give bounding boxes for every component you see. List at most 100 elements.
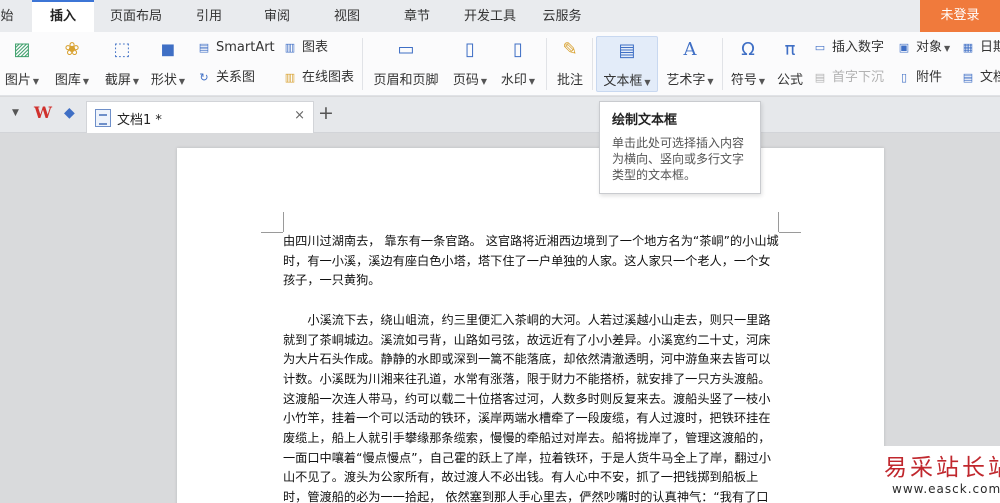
tab-view[interactable]: 视图 (322, 0, 372, 32)
divider (722, 38, 723, 90)
textbox-tooltip: 绘制文本框 单击此处可选择插入内容为横向、竖向或多行文字类型的文本框。 (599, 101, 761, 194)
crop-mark (261, 232, 283, 233)
calendar-icon: ▦ (962, 41, 974, 54)
comment-icon: ✎ (562, 39, 578, 60)
smartart-label: SmartArt (216, 40, 275, 55)
picture-icon: ▨ (13, 39, 31, 60)
ribbon-insert: ▨ 图片 ▼ ❀ 图库 ▼ ⬚ 截屏 ▼ ◼ 形状 ▼ ▤ SmartArt ↻ 关系图 ▥… (0, 32, 1000, 96)
chevron-down-icon: ▼ (707, 77, 714, 86)
crop-mark (283, 212, 284, 232)
document-tab-strip: ▼ W ◆ 文档1 * × + (0, 97, 1000, 133)
relation-chart-button[interactable]: ↻ 关系图 (196, 68, 255, 88)
drop-cap-label: 首字下沉 (832, 70, 885, 85)
tab-references[interactable]: 引用 (184, 0, 234, 32)
attachment-icon: ▯ (900, 71, 908, 84)
document-tab-title: 文档1 * (117, 113, 162, 128)
page-number-button[interactable]: ▯ 页码 ▼ (448, 36, 492, 92)
online-chart-icon: ▥ (284, 71, 296, 84)
document-icon (95, 109, 111, 127)
relation-icon: ↻ (199, 71, 209, 84)
picture-button[interactable]: ▨ 图片 ▼ (0, 36, 44, 92)
menu-bar: 始 插入 页面布局 引用 审阅 视图 章节 开发工具 云服务 未登录 (0, 0, 1000, 32)
tab-cloud[interactable]: 云服务 (534, 0, 590, 32)
tooltip-title: 绘制文本框 (612, 113, 678, 128)
login-button[interactable]: 未登录 (920, 0, 1000, 32)
document-page[interactable]: 由四川过湖南去， 靠东有一条官路。 这官路将近湘西边境到了一个地方名为“茶峒”的… (177, 148, 884, 503)
paragraph: 小溪流下去，绕山岨流，约三里便汇入茶峒的大河。人若过溪越小山走去，则只一里路就到… (283, 312, 771, 503)
chevron-down-icon: ▼ (528, 77, 536, 86)
chevron-down-icon: ▼ (82, 77, 90, 86)
chevron-down-icon: ▼ (944, 44, 951, 53)
gallery-button[interactable]: ❀ 图库 ▼ (50, 36, 94, 92)
symbol-label: 符号 (730, 73, 757, 88)
tab-page-layout[interactable]: 页面布局 (100, 0, 172, 32)
object-label: 对象 (916, 40, 943, 55)
doc-parts-label: 文档 (980, 70, 1000, 85)
chevron-down-icon[interactable]: ▼ (12, 108, 19, 118)
watermark-button[interactable]: ▯ 水印 ▼ (496, 36, 540, 92)
omega-icon: Ω (741, 39, 755, 60)
online-chart-label: 在线图表 (302, 70, 355, 85)
smartart-icon: ▤ (198, 41, 210, 54)
header-footer-icon: ▭ (397, 39, 415, 60)
tab-developer[interactable]: 开发工具 (454, 0, 526, 32)
wps-logo-icon[interactable]: W (34, 103, 52, 122)
header-footer-button[interactable]: ▭ 页眉和页脚 (368, 36, 444, 92)
gallery-label: 图库 (54, 73, 81, 88)
header-footer-label: 页眉和页脚 (373, 73, 439, 88)
crop-mark (778, 212, 779, 232)
doc-parts-button[interactable]: ▤ 文档 (960, 68, 1000, 88)
document-body[interactable]: 由四川过湖南去， 靠东有一条官路。 这官路将近湘西边境到了一个地方名为“茶峒”的… (283, 232, 779, 503)
tab-chapter[interactable]: 章节 (392, 0, 442, 32)
pi-icon: π (784, 39, 796, 60)
attachment-label: 附件 (916, 70, 943, 85)
tab-start[interactable]: 始 (0, 0, 22, 32)
cube-icon[interactable]: ◆ (64, 105, 75, 121)
wordart-label: 艺术字 (666, 73, 706, 88)
wordart-icon: A (683, 39, 697, 60)
divider (546, 38, 547, 90)
drop-cap-icon: ▤ (814, 71, 826, 84)
attachment-button[interactable]: ▯ 附件 (896, 68, 942, 88)
site-watermark: 易采站长站 www.easck.com (878, 446, 1000, 503)
watermark-cn: 易采站长站 (884, 455, 1000, 481)
divider (362, 38, 363, 90)
object-button[interactable]: ▣ 对象 ▼ (896, 38, 950, 58)
new-tab-icon[interactable]: + (318, 102, 334, 124)
gallery-icon: ❀ (64, 39, 80, 60)
chevron-down-icon: ▼ (32, 77, 40, 86)
doc-parts-icon: ▤ (962, 71, 974, 84)
smartart-button[interactable]: ▤ SmartArt (196, 38, 275, 58)
chevron-down-icon: ▼ (758, 77, 766, 86)
wordart-button[interactable]: A 艺术字 ▼ (662, 36, 718, 92)
close-icon[interactable]: × (294, 108, 305, 123)
insert-number-label: 插入数字 (832, 40, 885, 55)
number-icon: ▭ (814, 41, 826, 54)
shapes-button[interactable]: ◼ 形状 ▼ (146, 36, 190, 92)
page-number-label: 页码 (452, 73, 479, 88)
tooltip-body: 单击此处可选择插入内容为横向、竖向或多行文字类型的文本框。 (612, 136, 745, 182)
document-tab[interactable]: 文档1 * × (86, 101, 314, 133)
screenshot-icon: ⬚ (113, 39, 131, 60)
screenshot-button[interactable]: ⬚ 截屏 ▼ (100, 36, 144, 92)
comment-button[interactable]: ✎ 批注 (552, 36, 588, 92)
formula-button[interactable]: π 公式 (772, 36, 808, 92)
symbol-button[interactable]: Ω 符号 ▼ (726, 36, 770, 92)
chevron-down-icon: ▼ (480, 77, 488, 86)
date-label: 日期 (980, 40, 1000, 55)
date-button[interactable]: ▦ 日期 (960, 38, 1000, 58)
watermark-url: www.easck.com (892, 482, 1000, 496)
insert-number-button[interactable]: ▭ 插入数字 (812, 38, 884, 58)
chart-button[interactable]: ▥ 图表 (282, 38, 328, 58)
page-number-icon: ▯ (465, 39, 475, 60)
drop-cap-button[interactable]: ▤ 首字下沉 (812, 68, 884, 88)
object-icon: ▣ (898, 41, 910, 54)
screenshot-label: 截屏 (104, 73, 131, 88)
tab-insert[interactable]: 插入 (32, 0, 94, 32)
online-chart-button[interactable]: ▥ 在线图表 (282, 68, 354, 88)
textbox-button[interactable]: ▤ 文本框 ▼ (596, 36, 658, 92)
watermark-label: 水印 (500, 73, 527, 88)
picture-label: 图片 (4, 73, 31, 88)
crop-mark (779, 232, 801, 233)
tab-review[interactable]: 审阅 (252, 0, 302, 32)
